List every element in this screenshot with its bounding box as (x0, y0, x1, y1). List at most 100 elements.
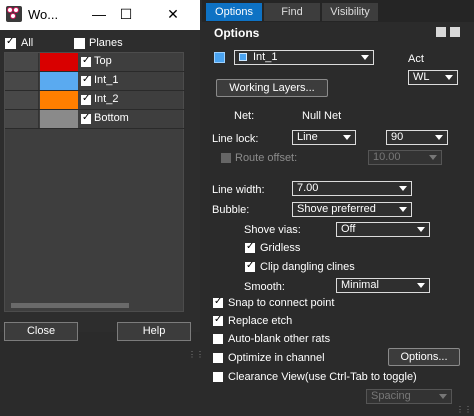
active-layer-value: Int_1 (253, 51, 278, 63)
layer-cell (5, 72, 39, 90)
net-label: Net: (234, 110, 255, 122)
clip-dangling-label: Clip dangling clines (260, 261, 355, 273)
all-checkbox[interactable] (5, 36, 16, 49)
layer-row-bottom[interactable]: Bottom (5, 110, 185, 129)
chevron-down-icon (417, 283, 425, 288)
clearance-view-label: Clearance View(use Ctrl-Tab to toggle) (228, 371, 417, 383)
route-offset-label: Route offset: (235, 152, 298, 164)
app-icon (6, 6, 22, 22)
line-width-label: Line width: (212, 184, 265, 196)
clip-dangling-checkbox[interactable] (245, 260, 255, 272)
auto-blank-checkbox[interactable] (213, 334, 223, 344)
close-icon[interactable]: ✕ (162, 4, 184, 24)
auto-blank-label: Auto-blank other rats (228, 333, 331, 345)
route-offset-value: 10.00 (373, 151, 401, 163)
bubble-value: Shove preferred (297, 203, 376, 215)
chevron-down-icon (343, 135, 351, 140)
layer-visible-checkbox[interactable] (81, 55, 91, 67)
tab-visibility[interactable]: Visibility (322, 3, 378, 21)
gridless-label: Gridless (260, 242, 301, 254)
chevron-down-icon (439, 394, 447, 399)
smooth-value: Minimal (341, 279, 379, 291)
options-title: Options (214, 26, 260, 40)
tab-find[interactable]: Find (264, 3, 320, 21)
layer-color-swatch[interactable] (40, 91, 78, 109)
clearance-view-checkbox[interactable] (213, 372, 223, 382)
layers-panel: All Planes Top Int_1 Int_2 (0, 30, 204, 359)
close-button[interactable]: Close (4, 322, 78, 341)
chevron-down-icon (399, 207, 407, 212)
shove-vias-select[interactable]: Off (336, 222, 430, 237)
line-width-value: 7.00 (297, 182, 319, 194)
active-layer-swatch[interactable] (214, 52, 225, 63)
chevron-down-icon (429, 155, 437, 160)
layer-color-swatch[interactable] (40, 72, 78, 90)
layer-row-top[interactable]: Top (5, 53, 185, 72)
resize-grip-icon[interactable]: ⋮⋮ (456, 405, 472, 414)
shove-vias-label: Shove vias: (244, 224, 301, 236)
line-width-select[interactable]: 7.00 (292, 181, 412, 196)
window-title: Wo... (28, 7, 59, 22)
act-label: Act (408, 53, 424, 65)
act-value: WL (413, 71, 430, 83)
line-lock-angle-value: 90 (391, 131, 404, 143)
options-button[interactable]: Options... (388, 348, 460, 366)
workspace-titlebar: Wo... — ☐ ✕ (0, 0, 200, 30)
planes-label: Planes (89, 37, 123, 49)
spacing-value: Spacing (371, 390, 411, 402)
layer-color-swatch[interactable] (40, 53, 78, 71)
tab-strip: Options Find Visibility (202, 0, 474, 22)
chevron-down-icon (417, 227, 425, 232)
bubble-label: Bubble: (212, 204, 250, 216)
layer-name: Int_1 (94, 74, 119, 86)
smooth-select[interactable]: Minimal (336, 278, 430, 293)
help-button[interactable]: Help (117, 322, 191, 341)
layer-row-int2[interactable]: Int_2 (5, 91, 185, 110)
maximize-icon[interactable]: ☐ (115, 4, 137, 24)
minimize-icon[interactable]: — (88, 4, 110, 24)
replace-etch-label: Replace etch (228, 315, 293, 327)
all-label: All (21, 37, 34, 49)
layer-visible-checkbox[interactable] (81, 74, 91, 86)
optimize-checkbox[interactable] (213, 353, 223, 363)
chevron-down-icon (399, 186, 407, 191)
route-offset-checkbox[interactable] (221, 153, 231, 163)
layer-color-swatch[interactable] (40, 110, 78, 128)
workspace-window: Wo... — ☐ ✕ All Planes Top Int_1 (0, 0, 204, 359)
layer-cell (5, 91, 39, 109)
planes-checkbox[interactable] (74, 38, 85, 49)
spacing-select[interactable]: Spacing (366, 389, 452, 404)
chevron-down-icon (435, 135, 443, 140)
layer-visible-checkbox[interactable] (81, 112, 91, 124)
float-icon[interactable] (436, 27, 446, 37)
shove-vias-value: Off (341, 223, 356, 235)
line-lock-value: Line (297, 131, 318, 143)
layer-color-icon (239, 53, 247, 62)
net-value: Null Net (302, 110, 342, 122)
horizontal-scrollbar[interactable] (11, 303, 129, 308)
line-lock-select[interactable]: Line (292, 130, 356, 145)
chevron-down-icon (361, 55, 369, 60)
chevron-down-icon (445, 75, 453, 80)
layer-table: Top Int_1 Int_2 Bottom (4, 52, 185, 312)
act-select[interactable]: WL (408, 70, 458, 85)
layer-name: Bottom (94, 112, 129, 124)
panel-close-icon[interactable] (450, 27, 460, 37)
tab-options[interactable]: Options (206, 3, 262, 21)
bubble-select[interactable]: Shove preferred (292, 202, 412, 217)
optimize-label: Optimize in channel (228, 352, 325, 364)
layer-row-int1[interactable]: Int_1 (5, 72, 185, 91)
layer-visible-checkbox[interactable] (81, 93, 91, 105)
route-offset-select[interactable]: 10.00 (368, 150, 442, 165)
options-panel: Options Find Visibility Options Int_1 Ac… (202, 0, 474, 416)
snap-label: Snap to connect point (228, 297, 335, 309)
gridless-checkbox[interactable] (245, 241, 255, 253)
snap-checkbox[interactable] (213, 296, 223, 308)
line-lock-label: Line lock: (212, 133, 259, 145)
replace-etch-checkbox[interactable] (213, 314, 223, 326)
smooth-label: Smooth: (244, 281, 285, 293)
line-lock-angle-select[interactable]: 90 (386, 130, 448, 145)
working-layers-button[interactable]: Working Layers... (216, 79, 328, 97)
active-layer-select[interactable]: Int_1 (234, 50, 374, 65)
layer-name: Int_2 (94, 93, 119, 105)
